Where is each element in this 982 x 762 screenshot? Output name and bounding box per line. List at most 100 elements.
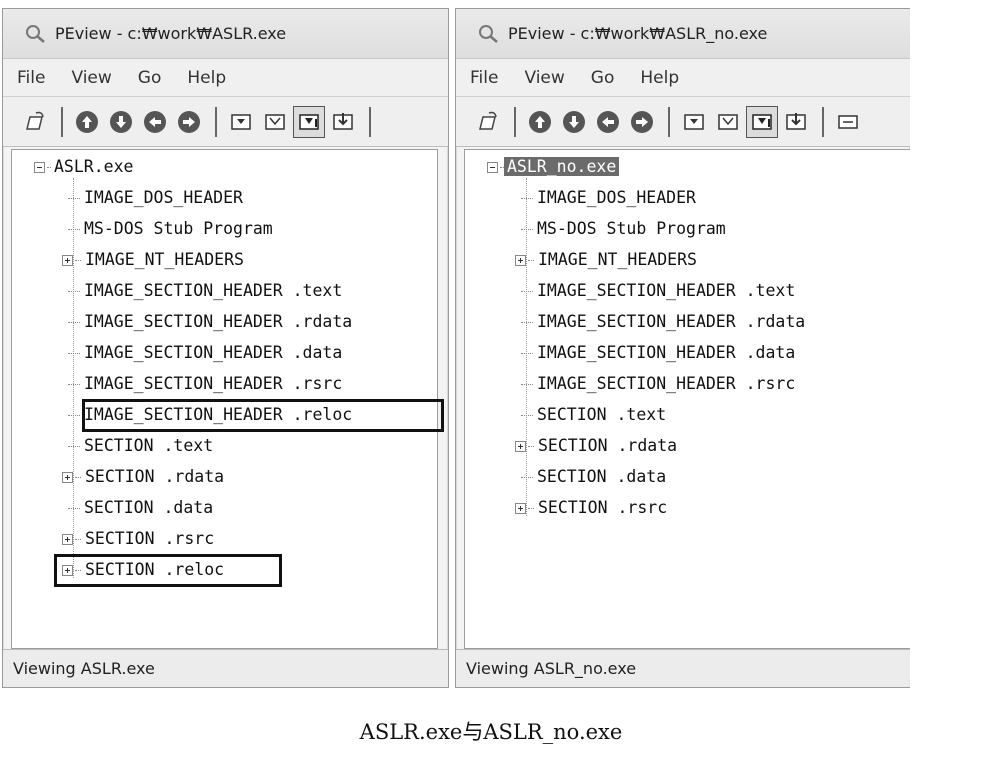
expand-icon[interactable]: [62, 534, 73, 545]
tree-item-label: IMAGE_SECTION_HEADER .text: [537, 281, 796, 300]
nav-down-icon[interactable]: [558, 106, 590, 138]
collapse-icon[interactable]: [34, 162, 45, 173]
tree-item[interactable]: IMAGE_SECTION_HEADER .rdata: [521, 309, 805, 335]
expand-icon[interactable]: [515, 441, 526, 452]
tree-root-node[interactable]: ASLR_no.exe: [487, 154, 620, 180]
toolbar: [456, 97, 910, 147]
tree-item-label: IMAGE_SECTION_HEADER .data: [537, 343, 796, 362]
menu-file[interactable]: File: [468, 66, 500, 90]
nav-up-icon[interactable]: [524, 106, 556, 138]
view-address-icon[interactable]: [780, 106, 812, 138]
view-address-icon[interactable]: [327, 106, 359, 138]
tree-item[interactable]: IMAGE_NT_HEADERS: [515, 247, 697, 273]
tree-item[interactable]: IMAGE_SECTION_HEADER .data: [521, 340, 795, 366]
menu-view[interactable]: View: [69, 66, 113, 90]
tree-item-label: IMAGE_SECTION_HEADER .rdata: [537, 312, 806, 331]
nav-forward-icon[interactable]: [626, 106, 658, 138]
title-bar[interactable]: PEview - c:₩work₩ASLR.exe: [3, 9, 448, 59]
open-file-icon[interactable]: [472, 106, 504, 138]
window-title: PEview - c:₩work₩ASLR_no.exe: [508, 24, 768, 43]
window-title: PEview - c:₩work₩ASLR.exe: [55, 24, 287, 43]
toolbar-separator: [514, 106, 516, 137]
tree-item[interactable]: SECTION .rdata: [62, 464, 224, 490]
tree-view[interactable]: ASLR.exe IMAGE_DOS_HEADER MS-DOS Stub Pr…: [11, 149, 444, 649]
menu-file[interactable]: File: [15, 66, 47, 90]
collapse-icon[interactable]: [487, 162, 498, 173]
view-dword-icon[interactable]: [293, 105, 325, 138]
toolbar-separator: [822, 106, 824, 137]
tree-item-label: SECTION .text: [537, 405, 667, 424]
toolbar-separator: [215, 106, 217, 137]
status-text: Viewing ASLR.exe: [13, 659, 155, 678]
toolbar-separator: [369, 106, 371, 137]
view-word-icon[interactable]: [259, 106, 291, 138]
tree-item[interactable]: SECTION .text: [68, 433, 213, 459]
tree-item-label: SECTION .data: [537, 467, 667, 486]
highlight-box-reloc-header: [82, 399, 444, 432]
tree-item[interactable]: IMAGE_SECTION_HEADER .rdata: [68, 309, 352, 335]
tree-item-label: SECTION .text: [84, 436, 214, 455]
tree-item-label: SECTION .data: [84, 498, 214, 517]
peview-window-aslr-no: PEview - c:₩work₩ASLR_no.exe File View G…: [455, 8, 910, 688]
expand-icon[interactable]: [515, 503, 526, 514]
nav-down-icon[interactable]: [105, 106, 137, 138]
tree-item-label: IMAGE_SECTION_HEADER .rsrc: [84, 374, 343, 393]
menu-bar: File View Go Help: [3, 59, 448, 97]
status-text: Viewing ASLR_no.exe: [466, 659, 637, 678]
tree-item[interactable]: SECTION .rdata: [515, 433, 677, 459]
tree-item[interactable]: SECTION .rsrc: [515, 495, 667, 521]
nav-up-icon[interactable]: [71, 106, 103, 138]
menu-help[interactable]: Help: [638, 66, 681, 90]
expand-icon[interactable]: [62, 255, 73, 266]
tree-item[interactable]: MS-DOS Stub Program: [68, 216, 273, 242]
menu-help[interactable]: Help: [185, 66, 228, 90]
tree-item-label: IMAGE_SECTION_HEADER .text: [84, 281, 343, 300]
view-dword-icon[interactable]: [746, 105, 778, 138]
expand-icon[interactable]: [515, 255, 526, 266]
tree-item[interactable]: SECTION .rsrc: [62, 526, 214, 552]
tree-item-label: MS-DOS Stub Program: [84, 219, 273, 238]
nav-back-icon[interactable]: [139, 106, 171, 138]
tree-item[interactable]: SECTION .text: [521, 402, 666, 428]
tree-root-label: ASLR.exe: [54, 157, 134, 176]
tree-item-label: IMAGE_DOS_HEADER: [84, 188, 243, 207]
tree-item-label: IMAGE_SECTION_HEADER .data: [84, 343, 343, 362]
nav-forward-icon[interactable]: [173, 106, 205, 138]
magnifier-app-icon: [479, 24, 498, 43]
menu-go[interactable]: Go: [136, 66, 164, 90]
tree-item[interactable]: IMAGE_SECTION_HEADER .rsrc: [68, 371, 342, 397]
tree-item-label: SECTION .rdata: [538, 436, 678, 455]
tree-item[interactable]: IMAGE_SECTION_HEADER .data: [68, 340, 342, 366]
magnifier-app-icon: [26, 24, 45, 43]
tree-item[interactable]: IMAGE_DOS_HEADER: [521, 185, 696, 211]
view-hex-icon[interactable]: [832, 106, 864, 138]
view-byte-icon[interactable]: [678, 106, 710, 138]
nav-back-icon[interactable]: [592, 106, 624, 138]
tree-root-node[interactable]: ASLR.exe: [34, 154, 136, 180]
menu-view[interactable]: View: [522, 66, 566, 90]
tree-item[interactable]: IMAGE_DOS_HEADER: [68, 185, 243, 211]
tree-item[interactable]: SECTION .data: [68, 495, 213, 521]
tree-item[interactable]: SECTION .data: [521, 464, 666, 490]
tree-item[interactable]: IMAGE_SECTION_HEADER .text: [68, 278, 342, 304]
open-file-icon[interactable]: [19, 106, 51, 138]
title-bar[interactable]: PEview - c:₩work₩ASLR_no.exe: [456, 9, 910, 59]
status-bar: Viewing ASLR_no.exe: [456, 649, 910, 687]
peview-window-aslr: PEview - c:₩work₩ASLR.exe File View Go H…: [2, 8, 449, 688]
menu-go[interactable]: Go: [589, 66, 617, 90]
view-byte-icon[interactable]: [225, 106, 257, 138]
tree-item-label: IMAGE_NT_HEADERS: [85, 250, 244, 269]
tree-item-label: IMAGE_NT_HEADERS: [538, 250, 697, 269]
tree-view[interactable]: ASLR_no.exe IMAGE_DOS_HEADER MS-DOS Stub…: [464, 149, 910, 649]
tree-item[interactable]: IMAGE_SECTION_HEADER .rsrc: [521, 371, 795, 397]
tree-item[interactable]: MS-DOS Stub Program: [521, 216, 726, 242]
tree-item-label: IMAGE_SECTION_HEADER .rsrc: [537, 374, 796, 393]
view-word-icon[interactable]: [712, 106, 744, 138]
tree-item[interactable]: IMAGE_SECTION_HEADER .text: [521, 278, 795, 304]
tree-item[interactable]: IMAGE_NT_HEADERS: [62, 247, 244, 273]
tree-item-label: IMAGE_DOS_HEADER: [537, 188, 696, 207]
highlight-box-reloc-section: [54, 554, 282, 587]
expand-icon[interactable]: [62, 472, 73, 483]
status-bar: Viewing ASLR.exe: [3, 649, 448, 687]
tree-item-label: SECTION .rsrc: [85, 529, 215, 548]
